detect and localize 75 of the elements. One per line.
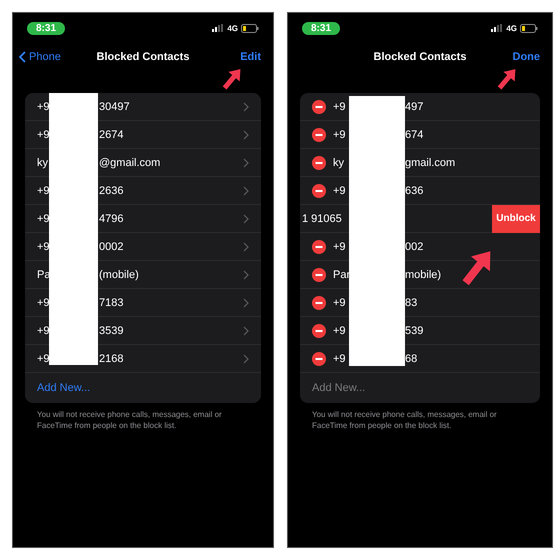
contact-name-start: +9 [37,128,51,140]
contact-name-end: 002 [405,240,424,252]
contact-name-end: 539 [405,324,424,336]
signal-icon [212,24,224,32]
chevron-right-icon [243,326,249,336]
contact-name-start: +9 [333,296,347,308]
network-label: 4G [506,24,517,32]
contact-name-end: 674 [405,128,424,140]
chevron-right-icon [243,214,249,224]
contact-name-end: mobile) [405,268,442,280]
contact-name-start: +9 [333,100,347,112]
contact-name-start: Par [333,268,352,280]
contact-name-end: 497 [405,100,424,112]
chevron-right-icon [243,298,249,308]
contact-name-start: +9 [37,184,51,196]
remove-icon[interactable] [312,156,326,170]
contact-name-start: +9 [37,324,51,336]
contact-name-end: 3539 [99,324,124,336]
contact-name-start: ky [37,156,49,168]
chevron-right-icon [243,130,249,140]
contact-name-end: (mobile) [99,268,140,280]
contact-name-end: gmail.com [405,156,456,168]
done-button[interactable]: Done [512,51,540,63]
contact-name-start: +9 [333,128,347,140]
contact-name-end: 68 [405,352,418,364]
contact-name-start: +9 [37,240,51,252]
contact-name-start: +9 [333,240,347,252]
chevron-right-icon [243,102,249,112]
contact-name-start: +9 [333,324,347,336]
contact-name-end: 0002 [99,240,124,252]
remove-icon[interactable] [312,268,326,282]
contact-name-end: 636 [405,184,424,196]
chevron-right-icon [243,158,249,168]
contact-name-end: 83 [405,296,418,308]
chevron-left-icon [19,51,26,63]
remove-icon[interactable] [312,324,326,338]
footer-note: You will not receive phone calls, messages, email or FaceTime from people on the block list. [312,409,498,431]
contact-name-end: @gmail.com [99,156,162,168]
contact-name-start: ky [333,156,345,168]
back-link[interactable]: Phone [19,51,61,63]
chevron-right-icon [243,354,249,364]
contact-name-end: 4796 [99,212,124,224]
contact-name-end: 7183 [99,296,124,308]
contact-name-end: 2636 [99,184,124,196]
chevron-right-icon [243,242,249,252]
battery-icon [241,24,259,32]
remove-icon[interactable] [312,128,326,142]
chevron-right-icon [243,186,249,196]
screen-title: Blocked Contacts [374,51,466,63]
contact-name-end: 2168 [99,352,124,364]
unblock-button[interactable]: Unblock [492,204,540,232]
status-time: 8:31 [27,22,66,34]
contact-name-start: +9 [37,212,51,224]
remove-icon[interactable] [312,240,326,254]
add-new-link[interactable]: Add New... [25,373,261,403]
remove-icon[interactable] [312,184,326,198]
contact-name-start: +9 [333,352,347,364]
contact-name-end: 30497 [99,100,131,112]
remove-icon[interactable] [312,352,326,366]
network-label: 4G [227,24,238,32]
screen-title: Blocked Contacts [96,51,190,63]
contact-name-end: 2674 [99,128,124,140]
remove-icon[interactable] [312,100,326,114]
signal-icon [491,24,504,32]
contact-name-start: +9 [37,100,51,112]
chevron-right-icon [243,270,249,280]
battery-icon [520,24,538,32]
contact-name: 1 91065 [302,212,343,224]
remove-icon[interactable] [312,296,326,310]
contact-name-start: +9 [37,352,51,364]
status-time: 8:31 [302,22,340,34]
contact-name-start: +9 [37,296,51,308]
edit-button[interactable]: Edit [240,51,261,63]
contact-name-start: +9 [333,184,347,196]
footer-note: You will not receive phone calls, messages, email or FaceTime from people on the block list. [37,409,223,431]
